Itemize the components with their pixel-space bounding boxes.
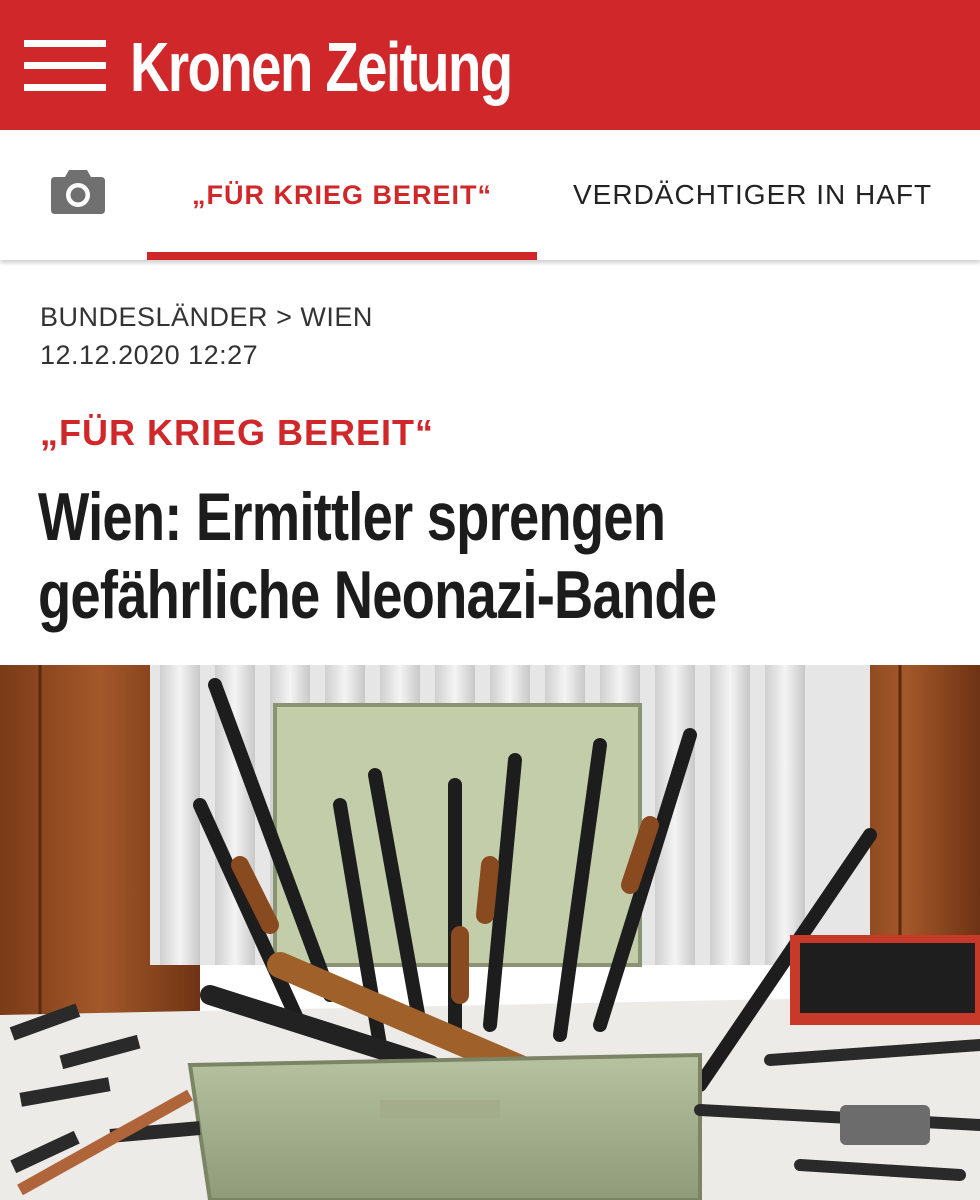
hamburger-menu-icon[interactable] [24,40,106,92]
breadcrumb-separator: > [276,302,293,332]
site-logo[interactable]: Kronen Zeitung [130,22,513,112]
story-tabs: „FÜR KRIEG BEREIT“ VERDÄCHTIGER IN HAFT [0,130,980,260]
tab-fuer-krieg-bereit[interactable]: „FÜR KRIEG BEREIT“ [147,130,537,260]
breadcrumb-subsection-link[interactable]: WIEN [300,302,373,332]
breadcrumb-section-link[interactable]: BUNDESLÄNDER [40,302,268,332]
publish-date: 12.12.2020 12:27 [40,340,259,370]
tab-verdaechtiger-in-haft[interactable]: VERDÄCHTIGER IN HAFT [573,130,932,260]
article-headline: Wien: Ermittler sprengen gefährliche Neo… [38,478,958,634]
site-header: Kronen Zeitung [0,0,980,130]
headline-text: Wien: Ermittler sprengen gefährliche Neo… [38,479,717,633]
article-photo[interactable] [0,665,980,1200]
weapons-photo-illustration [0,665,980,1200]
breadcrumb: BUNDESLÄNDER > WIEN [40,302,373,333]
camera-icon[interactable] [51,168,105,214]
article-kicker: „FÜR KRIEG BEREIT“ [40,412,435,453]
